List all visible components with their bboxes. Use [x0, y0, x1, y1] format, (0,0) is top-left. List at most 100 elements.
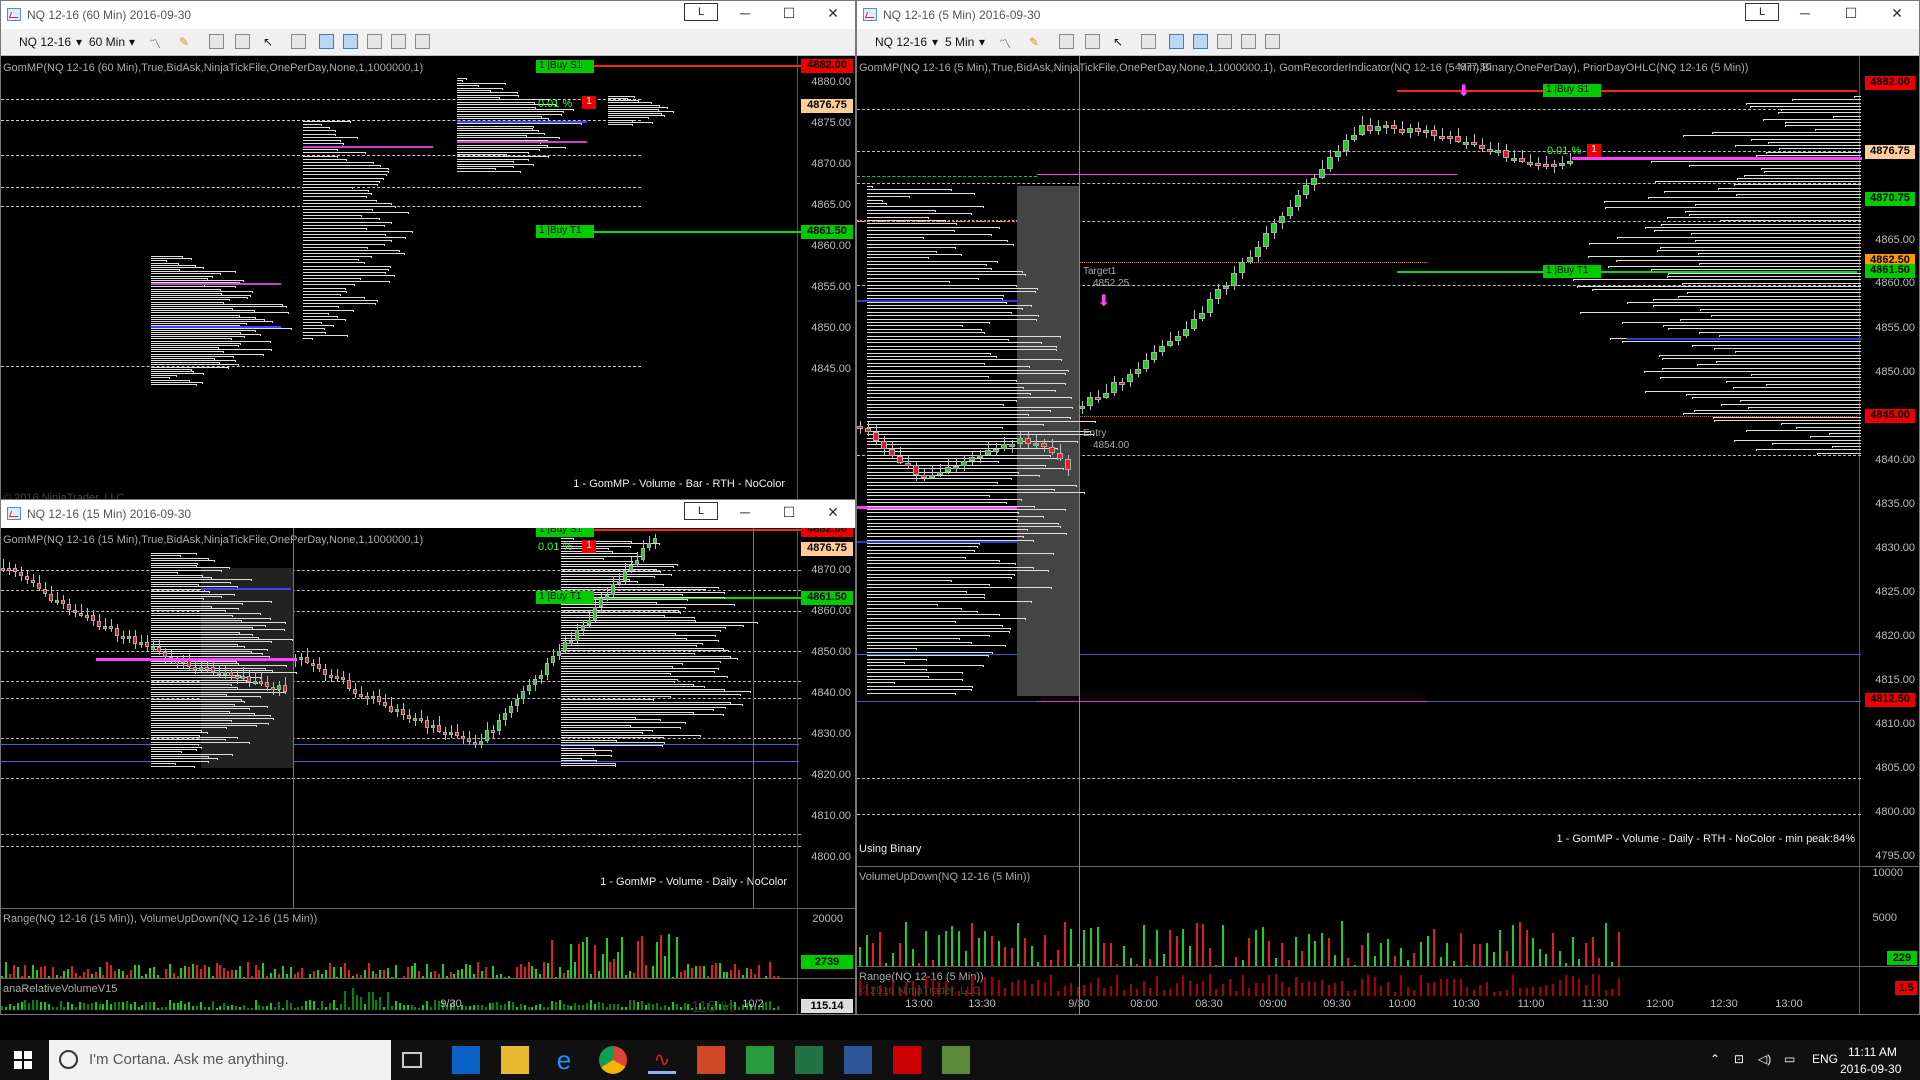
ninjatrader-chart-icon — [7, 8, 21, 21]
price-tick: 4845.00 — [811, 363, 851, 375]
price-panel[interactable]: GomMP(NQ 12-16 (5 Min),True,BidAsk,Ninja… — [857, 56, 1919, 1014]
eraser-icon[interactable] — [235, 34, 250, 49]
powerpoint-icon[interactable] — [697, 1046, 725, 1074]
chevron-down-icon[interactable]: ▾ — [129, 35, 135, 49]
close-icon[interactable]: ✕ — [823, 504, 843, 521]
maximize-icon[interactable]: ☐ — [779, 5, 799, 22]
cortana-search[interactable]: I'm Cortana. Ask me anything. — [49, 1040, 391, 1080]
period-selector[interactable]: 60 Min — [89, 35, 125, 49]
network-icon[interactable]: ⊡ — [1734, 1052, 1744, 1066]
excel-icon[interactable] — [795, 1046, 823, 1074]
candlesticks — [1, 528, 855, 1014]
title-bar[interactable]: NQ 12-16 (60 Min) 2016-09-30 L ─ ☐ ✕ — [1, 1, 855, 29]
ninjatrader-icon[interactable]: ∿ — [648, 1046, 676, 1074]
buy-t1-order: 1 |Buy T1 — [1543, 265, 1601, 278]
poc-line — [151, 326, 281, 328]
arrow-down-icon: ⬇ — [1457, 83, 1471, 100]
data-box-icon[interactable] — [1217, 34, 1232, 49]
title-bar[interactable]: NQ 12-16 (5 Min) 2016-09-30 L ─ ☐ ✕ — [857, 1, 1919, 29]
order-qty: 1 — [582, 96, 596, 109]
stop-line — [561, 65, 801, 67]
chevron-down-icon[interactable]: ▾ — [76, 35, 82, 49]
chrome-icon[interactable] — [599, 1046, 627, 1074]
tws-icon[interactable] — [746, 1046, 774, 1074]
price-tag-target: 4861.50 — [801, 591, 853, 605]
session-high-label: 4877.50 — [1455, 62, 1492, 73]
indicators-icon[interactable] — [1241, 34, 1256, 49]
zoom-icon[interactable] — [1141, 34, 1156, 49]
chart-trader-icon[interactable] — [343, 34, 358, 49]
period-selector[interactable]: 5 Min — [945, 35, 974, 49]
clock-time[interactable]: 11:11 AM — [1848, 1045, 1897, 1059]
link-button[interactable]: L — [1745, 3, 1779, 21]
price-tick: 4880.00 — [811, 76, 851, 88]
strategies-icon[interactable] — [415, 34, 430, 49]
app-icon[interactable] — [942, 1046, 970, 1074]
window-title: NQ 12-16 (60 Min) 2016-09-30 — [27, 8, 192, 22]
minimize-icon[interactable]: ─ — [735, 5, 755, 21]
close-icon[interactable]: ✕ — [823, 5, 843, 22]
file-explorer-icon[interactable] — [501, 1046, 529, 1074]
chart-footer: 1 - GomMP - Volume - Bar - RTH - NoColor — [573, 478, 785, 490]
cursor-icon[interactable]: ↖ — [263, 35, 273, 49]
chevron-up-icon[interactable]: ⌃ — [1710, 1052, 1720, 1066]
poc-line — [1627, 338, 1862, 340]
indicators-icon[interactable] — [391, 34, 406, 49]
acrobat-icon[interactable] — [893, 1046, 921, 1074]
language-indicator[interactable]: ENG — [1812, 1052, 1838, 1066]
instrument-selector[interactable]: NQ 12-16 — [875, 35, 927, 49]
price-axis[interactable]: 4880.00 4875.00 4870.00 4865.00 4860.00 4855.… — [797, 56, 855, 500]
data-box-icon[interactable] — [367, 34, 382, 49]
chevron-down-icon[interactable]: ▾ — [979, 35, 985, 49]
windows-start-icon[interactable] — [14, 1051, 32, 1069]
pencil-icon[interactable]: ✎ — [1029, 35, 1039, 49]
price-tag: 4870.75 — [1865, 192, 1915, 206]
task-view-icon[interactable] — [402, 1052, 422, 1068]
edge-icon[interactable]: e — [550, 1046, 578, 1074]
window-title: NQ 12-16 (5 Min) 2016-09-30 — [883, 8, 1041, 22]
price-panel[interactable]: GomMP(NQ 12-16 (60 Min),True,BidAsk,Ninj… — [1, 56, 855, 500]
pencil-icon[interactable]: ✎ — [179, 35, 189, 49]
price-tick: 4850.00 — [811, 322, 851, 334]
price-tick: 4855.00 — [811, 281, 851, 293]
link-button[interactable]: L — [684, 502, 718, 520]
price-tick: 4875.00 — [811, 117, 851, 129]
price-tag-stop: 4882.00 — [801, 528, 853, 537]
maximize-icon[interactable]: ☐ — [779, 504, 799, 521]
chart-trader-icon[interactable] — [1193, 34, 1208, 49]
volume-icon[interactable]: ◁) — [1758, 1052, 1771, 1066]
line-tool-icon[interactable]: 〽 — [999, 35, 1011, 52]
target-label: Target1 — [1083, 266, 1117, 277]
pl-percent: 0.01 % — [1547, 145, 1582, 157]
title-bar[interactable]: NQ 12-16 (15 Min) 2016-09-30 L ─ ☐ ✕ — [1, 500, 855, 528]
price-panel[interactable]: GomMP(NQ 12-16 (15 Min),True,BidAsk,Ninj… — [1, 528, 855, 1014]
poc-line — [151, 283, 281, 285]
arrow-down-icon: ⬇ — [1097, 293, 1111, 310]
link-button[interactable]: L — [684, 3, 718, 21]
chart-style-icon[interactable] — [319, 34, 334, 49]
drawing-tool-icon[interactable] — [209, 34, 224, 49]
chart-style-icon[interactable] — [1169, 34, 1184, 49]
order-qty: 1 — [582, 540, 596, 553]
poc-line — [1572, 157, 1862, 160]
minimize-icon[interactable]: ─ — [1795, 5, 1815, 21]
zoom-icon[interactable] — [291, 34, 306, 49]
minimize-icon[interactable]: ─ — [735, 504, 755, 520]
chevron-down-icon[interactable]: ▾ — [932, 35, 938, 49]
volume-profile — [608, 96, 674, 126]
poc-line — [201, 588, 291, 590]
buy-t1-order: 1 |Buy T1 — [536, 225, 594, 238]
word-icon[interactable] — [844, 1046, 872, 1074]
eraser-icon[interactable] — [1085, 34, 1100, 49]
instrument-selector[interactable]: NQ 12-16 — [19, 35, 71, 49]
cursor-icon[interactable]: ↖ — [1113, 35, 1123, 49]
outlook-icon[interactable] — [452, 1046, 480, 1074]
line-tool-icon[interactable]: 〽 — [149, 35, 161, 52]
maximize-icon[interactable]: ☐ — [1841, 5, 1861, 22]
close-icon[interactable]: ✕ — [1887, 5, 1907, 22]
drawing-tool-icon[interactable] — [1059, 34, 1074, 49]
price-level-line — [1, 366, 641, 367]
notification-icon[interactable]: ▭ — [1784, 1052, 1795, 1066]
clock-date[interactable]: 2016-09-30 — [1840, 1062, 1901, 1076]
strategies-icon[interactable] — [1265, 34, 1280, 49]
